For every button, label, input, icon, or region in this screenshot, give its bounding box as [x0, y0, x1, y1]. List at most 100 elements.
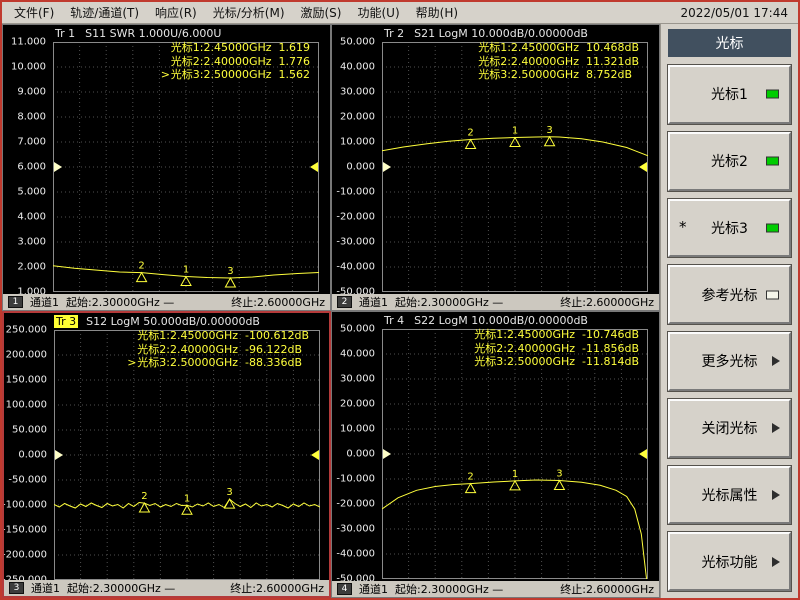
sweep-stop-label: 终止:2.60000GHz: [560, 296, 654, 309]
plot-title: Tr 2 S21 LogM 10.000dB/0.00000dB: [382, 27, 588, 40]
button-label: 光标功能: [701, 554, 758, 571]
vna-screen: 文件(F) 轨迹/通道(T) 响应(R) 光标/分析(M) 激励(S) 功能(U) 帮助(H…: [0, 0, 800, 600]
button-label: 光标2: [711, 154, 748, 171]
plot-title: Tr 4 S22 LogM 10.000dB/0.00000dB: [382, 314, 588, 327]
plot-title: Tr 1 S11 SWR 1.000U/6.000U: [53, 27, 221, 40]
svg-text:3: 3: [226, 487, 232, 498]
submenu-arrow-icon: [772, 489, 780, 500]
trace-label[interactable]: Tr 4: [382, 314, 406, 327]
marker-readout-line: 光标1:2.45000GHz -10.746dB: [474, 328, 639, 341]
marker-readouts: 光标1:2.45000GHz 1.619 光标2:2.40000GHz 1.776…: [161, 41, 310, 82]
marker-functions-button[interactable]: 光标功能: [667, 531, 792, 592]
menu-item[interactable]: 帮助(H): [408, 1, 466, 24]
marker-properties-button[interactable]: 光标属性: [667, 464, 792, 526]
svg-text:3: 3: [227, 266, 233, 277]
svg-text:1: 1: [512, 126, 518, 137]
button-label: 光标3: [711, 220, 748, 237]
channel-label: 通道1: [359, 583, 388, 596]
button-label: 光标属性: [701, 487, 758, 504]
marker-readout-line: > 光标3:2.50000GHz -88.336dB: [127, 356, 302, 369]
plot-channel-4[interactable]: Tr 4 S22 LogM 10.000dB/0.00000dB 50.000 40.…: [331, 311, 660, 598]
marker-readout-line: 光标3:2.50000GHz -11.814dB: [474, 355, 639, 368]
menu-item[interactable]: 轨迹/通道(T): [62, 1, 147, 24]
marker-sidebar: 光标 光标1 光标2 * 光标3 参考光标更多光标关闭光标光标属性光标功能: [660, 24, 798, 598]
menu-item[interactable]: 光标/分析(M): [205, 1, 293, 24]
channel-label: 通道1: [31, 582, 60, 595]
marker-readout-line: 光标3:2.50000GHz 8.752dB: [478, 68, 632, 81]
y-axis-labels: 11.000 10.000 9.000 8.000 7.000 6.000 5.000 4.0…: [11, 36, 46, 298]
y-axis-labels: 50.000 40.000 30.000 20.000 10.000 0.000 -10.0…: [336, 36, 375, 298]
led-indicator-on: [766, 89, 779, 99]
plot-channel-2[interactable]: Tr 2 S21 LogM 10.000dB/0.00000dB 50.000 40.…: [331, 24, 660, 311]
button-label: 参考光标: [701, 287, 758, 304]
trace-label[interactable]: Tr 1: [53, 27, 77, 40]
marker1-button[interactable]: 光标1: [667, 64, 792, 125]
sidebar-title: 光标: [668, 29, 791, 57]
marker-readouts: 光标1:2.45000GHz 10.468dB 光标2:2.40000GHz 11…: [468, 41, 639, 82]
button-label: 光标1: [711, 87, 748, 104]
menu-items: 文件(F) 轨迹/通道(T) 响应(R) 光标/分析(M) 激励(S) 功能(U) 帮助(H…: [6, 1, 466, 24]
measurement-format-label: S12 LogM 50.000dB/0.00000dB: [86, 315, 260, 328]
marker-readout-line: 光标1:2.45000GHz 10.468dB: [478, 41, 639, 54]
menu-item[interactable]: 功能(U): [349, 1, 407, 24]
plot-channel-1[interactable]: Tr 1 S11 SWR 1.000U/6.000U 11.000 10.000 9.0…: [2, 24, 331, 311]
sweep-start-label: 起始:2.30000GHz —: [395, 296, 504, 309]
marker-readout-line: 光标2:2.40000GHz -11.856dB: [474, 341, 639, 355]
plot-title: Tr 3 S12 LogM 50.000dB/0.00000dB: [54, 315, 260, 328]
sweep-start-label: 起始:2.30000GHz —: [395, 583, 504, 596]
svg-text:2: 2: [467, 472, 473, 483]
marker-readout-line: 光标1:2.45000GHz -100.612dB: [137, 329, 309, 342]
sweep-stop-label: 终止:2.60000GHz: [231, 296, 325, 309]
y-axis-labels: 250.000 200.000 150.000 100.000 50.000 0.000-…: [2, 324, 47, 586]
trace-label[interactable]: Tr 2: [382, 27, 406, 40]
datetime-display: 2022/05/01 17:44: [680, 5, 788, 20]
more-markers-button[interactable]: 更多光标: [667, 331, 792, 392]
marker3-button[interactable]: * 光标3: [667, 197, 792, 259]
svg-text:1: 1: [512, 469, 518, 480]
menu-item[interactable]: 激励(S): [293, 1, 350, 24]
measurement-format-label: S21 LogM 10.000dB/0.00000dB: [414, 27, 588, 40]
led-indicator-on: [766, 156, 779, 166]
channel-number-badge: 1: [8, 296, 23, 308]
plot-channel-3[interactable]: Tr 3 S12 LogM 50.000dB/0.00000dB 250.000 20…: [2, 311, 331, 598]
channel-number-badge: 4: [337, 583, 352, 595]
channel-label: 通道1: [359, 296, 388, 309]
marker-readout-line: 光标1:2.45000GHz 1.619: [170, 41, 310, 54]
channel-number-badge: 3: [9, 582, 24, 594]
svg-text:3: 3: [546, 125, 552, 136]
plots-grid: Tr 1 S11 SWR 1.000U/6.000U 11.000 10.000 9.0…: [2, 24, 660, 598]
measurement-format-label: S22 LogM 10.000dB/0.00000dB: [414, 314, 588, 327]
svg-text:1: 1: [183, 265, 189, 276]
svg-text:2: 2: [467, 128, 473, 139]
sweep-stop-label: 终止:2.60000GHz: [230, 582, 324, 595]
channel-status-bar: 3 通道1 起始:2.30000GHz — 终止:2.60000GHz: [4, 580, 329, 596]
sweep-stop-label: 终止:2.60000GHz: [560, 583, 654, 596]
channel-number-badge: 2: [337, 296, 352, 308]
main-area: Tr 1 S11 SWR 1.000U/6.000U 11.000 10.000 9.0…: [2, 24, 798, 598]
button-label: 更多光标: [701, 354, 758, 371]
submenu-arrow-icon: [772, 356, 780, 367]
marker-readout-line: 光标2:2.40000GHz 11.321dB: [478, 54, 639, 68]
svg-text:2: 2: [138, 261, 144, 272]
channel-status-bar: 2 通道1 起始:2.30000GHz — 终止:2.60000GHz: [332, 294, 659, 310]
channel-label: 通道1: [30, 296, 59, 309]
sweep-start-label: 起始:2.30000GHz —: [67, 582, 176, 595]
led-indicator-off: [766, 290, 779, 300]
menu-item[interactable]: 响应(R): [147, 1, 205, 24]
trace-label[interactable]: Tr 3: [54, 315, 79, 328]
svg-text:2: 2: [141, 491, 147, 502]
marker-readouts: 光标1:2.45000GHz -100.612dB 光标2:2.40000GHz …: [127, 329, 309, 370]
marker-readout-line: 光标2:2.40000GHz 1.776: [170, 54, 310, 68]
reference-marker-button[interactable]: 参考光标: [667, 264, 792, 325]
channel-status-bar: 4 通道1 起始:2.30000GHz — 终止:2.60000GHz: [332, 581, 659, 597]
menu-item[interactable]: 文件(F): [6, 1, 62, 24]
close-markers-button[interactable]: 关闭光标: [667, 397, 792, 459]
submenu-arrow-icon: [772, 556, 780, 567]
svg-text:1: 1: [184, 493, 190, 504]
sweep-start-label: 起始:2.30000GHz —: [66, 296, 175, 309]
measurement-format-label: S11 SWR 1.000U/6.000U: [85, 27, 222, 40]
led-indicator-on: [766, 223, 779, 233]
marker2-button[interactable]: 光标2: [667, 130, 792, 192]
marker-readouts: 光标1:2.45000GHz -10.746dB 光标2:2.40000GHz -…: [464, 328, 639, 369]
button-label: 关闭光标: [701, 421, 758, 438]
